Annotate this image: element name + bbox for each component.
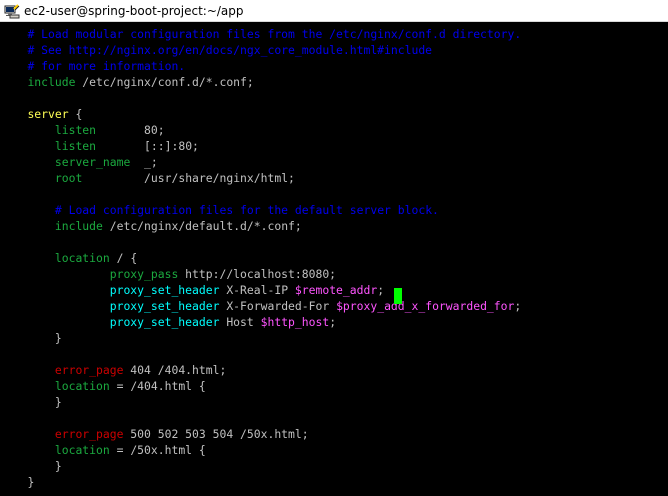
include-keyword: include — [27, 75, 76, 89]
location-50x-value: = /50x.html { — [109, 443, 206, 457]
proxy-set-header-keyword: proxy_set_header — [109, 299, 220, 313]
location-50x-close: } — [0, 458, 62, 474]
location-root-rest: / { — [109, 251, 138, 265]
server-name-line: server_name _; — [0, 154, 158, 170]
error-page-keyword: error_page — [54, 363, 124, 377]
root-value: /usr/share/nginx/html; — [144, 171, 295, 185]
location-root-open: location / { — [0, 250, 137, 266]
comment-text: # Load modular configuration files from … — [27, 27, 522, 41]
location-keyword: location — [54, 251, 110, 265]
listen-line: listen 80; — [0, 122, 165, 138]
proxy-set-header-keyword: proxy_set_header — [109, 283, 220, 297]
location-404-close: } — [0, 394, 62, 410]
include-path: /etc/nginx/conf.d/*.conf; — [75, 75, 254, 89]
proxy-real-ip-line: proxy_set_header X-Real-IP $remote_addr; — [0, 282, 384, 298]
server-block-open: server { — [0, 106, 82, 122]
comment-line: # See http://nginx.org/en/docs/ngx_core_… — [0, 42, 432, 58]
comment-line: # for more information. — [0, 58, 185, 74]
location-404-line: location = /404.html { — [0, 378, 206, 394]
error-page-value: 500 502 503 504 /50x.html; — [123, 427, 309, 441]
terminal-window: ec2-user@spring-boot-project:~/app # Loa… — [0, 0, 668, 496]
proxy-host-line: proxy_set_header Host $http_host; — [0, 314, 336, 330]
brace-text: } — [54, 395, 62, 409]
header-name: Host — [219, 315, 261, 329]
error-page-value: 404 /404.html; — [123, 363, 227, 377]
listen-value: [::]:80; — [144, 139, 199, 153]
header-name: X-Forwarded-For — [219, 299, 337, 313]
listen-value: 80; — [144, 123, 165, 137]
header-line-end: ; — [329, 315, 337, 329]
location-keyword: location — [54, 443, 110, 457]
error-page-404-line: error_page 404 /404.html; — [0, 362, 226, 378]
location-50x-line: location = /50x.html { — [0, 442, 206, 458]
error-page-keyword: error_page — [54, 427, 124, 441]
brace-text: } — [54, 331, 62, 345]
header-name: X-Real-IP — [219, 283, 295, 297]
proxy-pass-keyword: proxy_pass — [109, 267, 179, 281]
server-close-brace: } — [0, 474, 34, 490]
proxy-set-header-keyword: proxy_set_header — [109, 315, 220, 329]
brace-text: } — [54, 459, 62, 473]
root-keyword: root — [54, 171, 83, 185]
server-name-keyword: server_name — [54, 155, 131, 169]
comment-text: # for more information. — [27, 59, 186, 73]
comment-text: # See http://nginx.org/en/docs/ngx_core_… — [27, 43, 433, 57]
window-title: ec2-user@spring-boot-project:~/app — [24, 4, 244, 18]
location-404-value: = /404.html { — [109, 379, 206, 393]
proxy-pass-line: proxy_pass http://localhost:8080; — [0, 266, 336, 282]
server-keyword: server — [27, 107, 69, 121]
listen-line: listen [::]:80; — [0, 138, 199, 154]
comment-line: # Load modular configuration files from … — [0, 26, 521, 42]
header-variable: $remote_addr — [294, 283, 378, 297]
window-titlebar[interactable]: ec2-user@spring-boot-project:~/app — [0, 0, 668, 22]
default-comment-line: # Load configuration files for the defau… — [0, 202, 439, 218]
root-line: root /usr/share/nginx/html; — [0, 170, 295, 186]
default-include-path: /etc/nginx/default.d/*.conf; — [102, 219, 302, 233]
server-open-brace: { — [68, 107, 83, 121]
terminal-cursor — [394, 288, 402, 304]
header-variable: $proxy_add_x_forwarded_for — [336, 299, 515, 313]
brace-text: } — [27, 475, 35, 489]
error-page-50x-line: error_page 500 502 503 504 /50x.html; — [0, 426, 309, 442]
location-keyword: location — [54, 379, 110, 393]
listen-keyword: listen — [54, 123, 97, 137]
default-include-line: include /etc/nginx/default.d/*.conf; — [0, 218, 302, 234]
proxy-forwarded-line: proxy_set_header X-Forwarded-For $proxy_… — [0, 298, 522, 314]
putty-terminal-icon — [4, 4, 20, 19]
listen-keyword: listen — [54, 139, 97, 153]
include-line: include /etc/nginx/conf.d/*.conf; — [0, 74, 254, 90]
terminal-content[interactable]: # Load modular configuration files from … — [0, 22, 668, 496]
proxy-pass-value: http://localhost:8080; — [178, 267, 337, 281]
server-name-value: _; — [144, 155, 158, 169]
header-line-end: ; — [514, 299, 522, 313]
default-include-keyword: include — [54, 219, 103, 233]
header-line-end: ; — [377, 283, 385, 297]
header-variable: $http_host — [260, 315, 330, 329]
location-close-brace: } — [0, 330, 62, 346]
default-comment-text: # Load configuration files for the defau… — [54, 203, 439, 217]
